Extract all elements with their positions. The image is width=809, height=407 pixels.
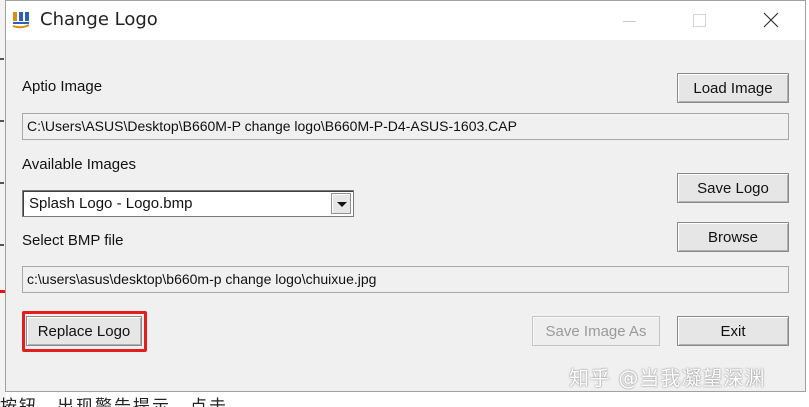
- chevron-down-icon[interactable]: [331, 193, 351, 214]
- dropdown-selected-value: Splash Logo - Logo.bmp: [29, 195, 193, 212]
- background-mark: [0, 244, 4, 246]
- available-images-dropdown[interactable]: Splash Logo - Logo.bmp: [22, 190, 354, 217]
- change-logo-dialog: Change Logo Aptio Image Load Image C:\Us…: [5, 0, 806, 392]
- bmp-file-path-field[interactable]: c:\users\asus\desktop\b660m-p change log…: [22, 266, 789, 293]
- background-mark: [0, 58, 4, 60]
- save-logo-button[interactable]: Save Logo: [677, 173, 789, 203]
- close-icon[interactable]: [748, 1, 794, 40]
- replace-logo-highlight: [22, 311, 147, 352]
- select-bmp-label: Select BMP file: [22, 232, 124, 249]
- aptio-image-label: Aptio Image: [22, 78, 103, 95]
- available-images-label: Available Images: [22, 156, 136, 173]
- exit-button[interactable]: Exit: [677, 316, 789, 346]
- window-title: Change Logo: [40, 9, 158, 30]
- maximize-icon[interactable]: [676, 1, 722, 40]
- title-bar[interactable]: Change Logo: [6, 1, 805, 40]
- ami-logo-icon: [12, 10, 32, 30]
- browse-button[interactable]: Browse: [677, 222, 789, 252]
- background-mark: [0, 120, 4, 122]
- minimize-icon[interactable]: [606, 1, 652, 40]
- background-text: 按钮，出现警告提示，点击: [0, 397, 228, 407]
- background-mark: [0, 182, 4, 184]
- watermark: 知乎 @当我凝望深渊: [569, 366, 766, 390]
- load-image-button[interactable]: Load Image: [677, 73, 789, 103]
- save-image-as-button[interactable]: Save Image As: [532, 316, 660, 346]
- aptio-image-path-field[interactable]: C:\Users\ASUS\Desktop\B660M-P change log…: [22, 113, 789, 140]
